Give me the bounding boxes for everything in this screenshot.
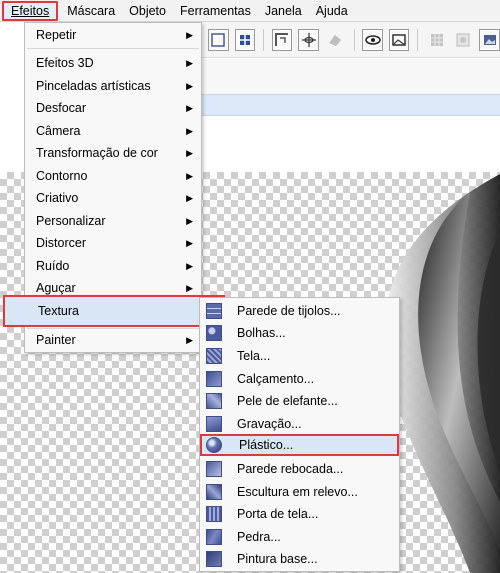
submenu-item-gravacao[interactable]: Gravação... — [200, 413, 399, 435]
submenu-arrow-icon: ▶ — [186, 193, 193, 203]
toolbar — [196, 22, 500, 58]
options-panel — [196, 59, 500, 94]
menu-item-criativo[interactable]: Criativo ▶ — [25, 187, 201, 209]
submenu-item-porta-tela[interactable]: Porta de tela... — [200, 503, 399, 525]
submenu-arrow-icon: ▶ — [186, 30, 193, 40]
pavement-icon — [206, 371, 222, 387]
move-target-icon[interactable] — [234, 28, 256, 51]
menu-item-textura[interactable]: Textura▶ — [3, 295, 225, 327]
base-paint-icon — [206, 551, 222, 567]
submenu-arrow-icon: ▶ — [186, 216, 193, 226]
submenu-item-plastico[interactable]: Plástico... — [200, 434, 399, 456]
menu-item-repetir[interactable]: Repetir ▶ — [25, 24, 201, 46]
effects-menu: Repetir ▶ Efeitos 3D ▶ Pinceladas artístic… — [3, 22, 225, 353]
eraser-icon[interactable] — [325, 29, 346, 51]
menu-item-ruido[interactable]: Ruído ▶ — [25, 255, 201, 277]
brick-wall-icon — [206, 303, 222, 319]
canvas-icon — [206, 348, 222, 364]
menu-ferramentas[interactable]: Ferramentas — [173, 1, 258, 21]
picture-icon[interactable] — [479, 28, 500, 51]
submenu-item-calcamento[interactable]: Calçamento... — [200, 368, 399, 390]
menu-ajuda[interactable]: Ajuda — [309, 1, 355, 21]
submenu-arrow-icon: ▶ — [186, 261, 193, 271]
submenu-arrow-icon: ▶ — [186, 171, 193, 181]
menu-item-camera[interactable]: Câmera ▶ — [25, 120, 201, 142]
menu-janela[interactable]: Janela — [258, 1, 309, 21]
canvas-margin — [196, 116, 500, 172]
elephant-skin-icon — [206, 393, 222, 409]
menu-separator — [27, 48, 199, 49]
menu-item-transformacao-cor[interactable]: Transformação de cor ▶ — [25, 142, 201, 164]
menubar: Efeitos Máscara Objeto Ferramentas Janel… — [0, 0, 500, 22]
submenu-arrow-icon: ▶ — [186, 126, 193, 136]
submenu-item-parede-rebocada[interactable]: Parede rebocada... — [200, 458, 399, 480]
submenu-arrow-icon: ▶ — [186, 335, 193, 345]
submenu-item-escultura-relevo[interactable]: Escultura em relevo... — [200, 481, 399, 503]
submenu-item-parede-tijolos[interactable]: Parede de tijolos... — [200, 300, 399, 322]
toolbar-separator — [353, 28, 355, 51]
submenu-arrow-icon: ▶ — [186, 148, 193, 158]
submenu-arrow-icon: ▶ — [186, 81, 193, 91]
plastered-wall-icon — [206, 461, 222, 477]
crop-frame-icon[interactable] — [208, 28, 229, 51]
menu-item-desfocar[interactable]: Desfocar ▶ — [25, 97, 201, 119]
menu-objeto[interactable]: Objeto — [122, 1, 173, 21]
grid-icon[interactable] — [426, 29, 447, 51]
stone-icon — [206, 529, 222, 545]
document-tab-bar — [196, 94, 500, 116]
texture-submenu: Parede de tijolos... Bolhas... Tela... C… — [199, 297, 400, 572]
toolbar-separator — [417, 28, 419, 51]
submenu-arrow-icon: ▶ — [186, 103, 193, 113]
menu-item-painter[interactable]: Painter ▶ — [25, 329, 201, 351]
image-tool-icon[interactable] — [388, 28, 410, 51]
submenu-arrow-icon: ▶ — [186, 238, 193, 248]
corner-tool-icon[interactable] — [271, 28, 293, 51]
menu-efeitos[interactable]: Efeitos — [2, 0, 59, 21]
plastic-icon — [206, 437, 222, 453]
menu-item-contorno[interactable]: Contorno ▶ — [25, 165, 201, 187]
menu-item-personalizar[interactable]: Personalizar ▶ — [25, 210, 201, 232]
menu-item-distorcer[interactable]: Distorcer ▶ — [25, 232, 201, 254]
eye-crosshair-icon[interactable] — [298, 28, 319, 51]
toolbar-separator — [263, 28, 264, 51]
submenu-item-tela[interactable]: Tela... — [200, 345, 399, 367]
etching-icon — [206, 416, 222, 432]
submenu-item-bolhas[interactable]: Bolhas... — [200, 322, 399, 344]
menu-mascara[interactable]: Máscara — [60, 1, 122, 21]
screen-door-icon — [206, 506, 222, 522]
bubbles-icon — [206, 325, 222, 341]
eye-view-icon[interactable] — [362, 28, 383, 51]
submenu-item-pele-elefante[interactable]: Pele de elefante... — [200, 390, 399, 412]
submenu-arrow-icon: ▶ — [186, 58, 193, 68]
gear-icon[interactable] — [453, 29, 474, 51]
submenu-item-pedra[interactable]: Pedra... — [200, 526, 399, 548]
submenu-item-pintura-base[interactable]: Pintura base... — [200, 548, 399, 570]
menu-item-efeitos-3d[interactable]: Efeitos 3D ▶ — [25, 52, 201, 74]
menu-item-pinceladas[interactable]: Pinceladas artísticas ▶ — [25, 75, 201, 97]
relief-sculpture-icon — [206, 484, 222, 500]
